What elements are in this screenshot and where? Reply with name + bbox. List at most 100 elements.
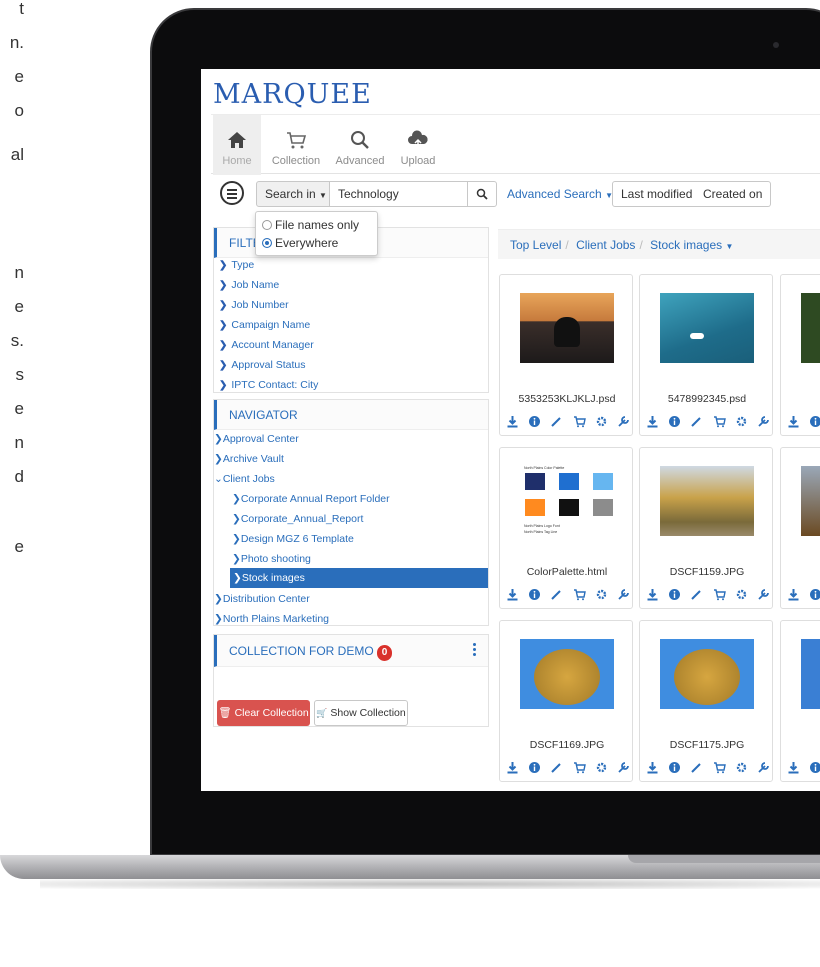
nav-upload[interactable]: Upload <box>393 115 443 175</box>
hamburger-menu-button[interactable] <box>220 181 244 205</box>
asset-card[interactable]: DSCF1169.JPG <box>499 620 633 782</box>
pencil-icon[interactable] <box>690 588 703 601</box>
sort-last-modified-button[interactable]: Last modified <box>612 181 702 207</box>
add-to-cart-icon[interactable] <box>573 588 586 601</box>
wrench-icon[interactable] <box>617 588 630 601</box>
app-logo[interactable]: MARQUEE <box>213 79 372 110</box>
add-to-cart-icon[interactable] <box>573 415 586 428</box>
gear-icon[interactable] <box>595 415 608 428</box>
breadcrumb-client-jobs[interactable]: Client Jobs <box>576 238 635 252</box>
nav-tree-stock-images[interactable]: ❯Stock images <box>230 568 488 588</box>
add-to-cart-icon[interactable] <box>713 415 726 428</box>
asset-thumbnail[interactable] <box>660 466 754 536</box>
filter-item-job-number[interactable]: ❯ Job Number <box>219 299 289 311</box>
caret-down-icon[interactable]: ▼ <box>726 242 734 251</box>
pencil-icon[interactable] <box>550 761 563 774</box>
search-scope-dropdown[interactable]: Search in ▼ <box>256 181 330 207</box>
download-icon[interactable] <box>787 588 800 601</box>
text-fragment: n <box>14 433 24 452</box>
nav-tree-distribution-center[interactable]: ❯Distribution Center <box>214 593 310 605</box>
asset-card[interactable]: DSCF1159.JPG <box>639 447 773 609</box>
nav-tree-archive-vault[interactable]: ❯Archive Vault <box>214 453 284 465</box>
filter-item-job-name[interactable]: ❯ Job Name <box>219 279 279 291</box>
asset-thumbnail[interactable] <box>660 293 754 363</box>
info-icon[interactable] <box>668 761 681 774</box>
scope-option-everywhere[interactable]: Everywhere <box>262 235 338 251</box>
download-icon[interactable] <box>646 415 659 428</box>
wrench-icon[interactable] <box>617 415 630 428</box>
gear-icon[interactable] <box>735 761 748 774</box>
breadcrumb-top-level[interactable]: Top Level <box>510 238 561 252</box>
wrench-icon[interactable] <box>617 761 630 774</box>
add-to-cart-icon[interactable] <box>713 761 726 774</box>
nav-tree-corporate-annual-report[interactable]: ❯Corporate_Annual_Report <box>232 513 363 525</box>
gear-icon[interactable] <box>735 588 748 601</box>
filter-item-account-manager[interactable]: ❯ Account Manager <box>219 339 314 351</box>
search-button[interactable] <box>467 181 497 207</box>
nav-tree-client-jobs[interactable]: ⌄Client Jobs <box>214 473 275 485</box>
advanced-search-link[interactable]: Advanced Search ▼ <box>507 181 613 209</box>
nav-tree-north-plains-marketing[interactable]: ❯North Plains Marketing <box>214 613 329 625</box>
pencil-icon[interactable] <box>550 415 563 428</box>
download-icon[interactable] <box>787 761 800 774</box>
info-icon[interactable] <box>668 588 681 601</box>
search-input[interactable]: Technology <box>330 181 469 207</box>
download-icon[interactable] <box>646 761 659 774</box>
download-icon[interactable] <box>506 588 519 601</box>
asset-thumbnail[interactable] <box>801 466 820 536</box>
filter-item-iptc-city[interactable]: ❯ IPTC Contact: City <box>219 379 318 391</box>
info-icon[interactable] <box>528 761 541 774</box>
add-to-cart-icon[interactable] <box>573 761 586 774</box>
wrench-icon[interactable] <box>757 588 770 601</box>
nav-tree-approval-center[interactable]: ❯Approval Center <box>214 433 299 445</box>
info-icon[interactable] <box>809 761 820 774</box>
pencil-icon[interactable] <box>690 415 703 428</box>
gear-icon[interactable] <box>595 588 608 601</box>
download-icon[interactable] <box>506 761 519 774</box>
gear-icon[interactable] <box>735 415 748 428</box>
info-icon[interactable] <box>528 588 541 601</box>
nav-tree-corporate-annual-report-folder[interactable]: ❯Corporate Annual Report Folder <box>232 493 390 505</box>
asset-thumbnail[interactable] <box>520 293 614 363</box>
download-icon[interactable] <box>506 415 519 428</box>
asset-thumbnail[interactable] <box>801 639 820 709</box>
asset-card[interactable]: North Plains Color Palette North Plains L… <box>499 447 633 609</box>
info-icon[interactable] <box>809 588 820 601</box>
info-icon[interactable] <box>668 415 681 428</box>
nav-home[interactable]: Home <box>213 115 261 175</box>
filter-item-approval-status[interactable]: ❯ Approval Status <box>219 359 306 371</box>
show-collection-button[interactable]: 🛒 Show Collection <box>314 700 408 726</box>
asset-thumbnail[interactable] <box>801 293 820 363</box>
asset-thumbnail[interactable] <box>520 639 614 709</box>
info-icon[interactable] <box>809 415 820 428</box>
wrench-icon[interactable] <box>757 415 770 428</box>
nav-tree-design-mgz[interactable]: ❯Design MGZ 6 Template <box>232 533 354 545</box>
pencil-icon[interactable] <box>690 761 703 774</box>
breadcrumb-stock-images[interactable]: Stock images <box>650 238 722 252</box>
asset-thumbnail[interactable]: North Plains Color Palette North Plains L… <box>520 466 614 536</box>
filter-item-campaign-name[interactable]: ❯ Campaign Name <box>219 319 310 331</box>
asset-card[interactable]: D <box>780 447 820 609</box>
info-icon[interactable] <box>528 415 541 428</box>
nav-advanced[interactable]: Advanced <box>329 115 391 175</box>
kebab-menu-icon[interactable] <box>473 643 476 658</box>
download-icon[interactable] <box>646 588 659 601</box>
asset-card[interactable]: D <box>780 620 820 782</box>
download-icon[interactable] <box>787 415 800 428</box>
laptop-notch <box>628 855 820 863</box>
asset-card[interactable]: 5353253KLJKLJ.psd <box>499 274 633 436</box>
nav-collection[interactable]: Collection <box>267 115 325 175</box>
asset-card[interactable]: 5478992345.psd <box>639 274 773 436</box>
asset-thumbnail[interactable] <box>660 639 754 709</box>
scope-option-file-names[interactable]: File names only <box>262 217 359 233</box>
sort-created-on-button[interactable]: Created on <box>695 181 772 207</box>
asset-card[interactable]: 65 <box>780 274 820 436</box>
asset-card[interactable]: DSCF1175.JPG <box>639 620 773 782</box>
wrench-icon[interactable] <box>757 761 770 774</box>
filter-item-type[interactable]: ❯ Type <box>219 259 254 271</box>
nav-tree-photo-shooting[interactable]: ❯Photo shooting <box>232 553 311 565</box>
gear-icon[interactable] <box>595 761 608 774</box>
pencil-icon[interactable] <box>550 588 563 601</box>
clear-collection-button[interactable]: 🗑 Clear Collection <box>217 700 310 726</box>
add-to-cart-icon[interactable] <box>713 588 726 601</box>
